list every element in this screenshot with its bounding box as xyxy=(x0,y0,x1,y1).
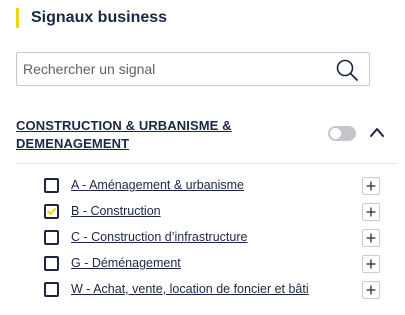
search-icon[interactable] xyxy=(335,58,359,82)
checkbox[interactable] xyxy=(44,229,59,245)
plus-icon[interactable] xyxy=(362,281,380,299)
plus-icon[interactable] xyxy=(362,203,380,221)
search-input[interactable] xyxy=(23,53,369,85)
search-box[interactable] xyxy=(16,52,370,86)
panel-title: Signaux business xyxy=(31,9,168,26)
chevron-up-icon[interactable] xyxy=(368,125,386,139)
checkbox[interactable] xyxy=(44,203,59,219)
list-item: W - Achat, vente, location de foncier et… xyxy=(44,276,384,302)
category-section: CONSTRUCTION & URBANISME & DEMENAGEMENT xyxy=(16,117,396,153)
checkbox[interactable] xyxy=(44,281,59,297)
list-item: B - Construction xyxy=(44,198,384,224)
item-label[interactable]: C - Construction d’infrastructure xyxy=(71,230,247,244)
item-label[interactable]: A - Aménagement & urbanisme xyxy=(71,178,244,192)
list-item: G - Déménagement xyxy=(44,250,384,276)
category-toggle[interactable] xyxy=(328,126,356,141)
plus-icon[interactable] xyxy=(362,229,380,247)
list-item: C - Construction d’infrastructure xyxy=(44,224,384,250)
panel-header: Signaux business xyxy=(16,7,167,29)
list-item: A - Aménagement & urbanisme xyxy=(44,172,384,198)
item-label[interactable]: W - Achat, vente, location de foncier et… xyxy=(71,282,309,296)
toggle-knob xyxy=(330,128,341,139)
category-title[interactable]: CONSTRUCTION & URBANISME & DEMENAGEMENT xyxy=(16,117,316,153)
checkbox[interactable] xyxy=(44,177,59,193)
item-label[interactable]: B - Construction xyxy=(71,204,161,218)
signal-list: A - Aménagement & urbanisme B - Construc… xyxy=(44,172,384,302)
plus-icon[interactable] xyxy=(362,255,380,273)
checkbox[interactable] xyxy=(44,255,59,271)
check-icon xyxy=(47,207,56,215)
accent-bar xyxy=(16,8,19,28)
item-label[interactable]: G - Déménagement xyxy=(71,256,181,270)
plus-icon[interactable] xyxy=(362,177,380,195)
divider xyxy=(16,163,398,164)
